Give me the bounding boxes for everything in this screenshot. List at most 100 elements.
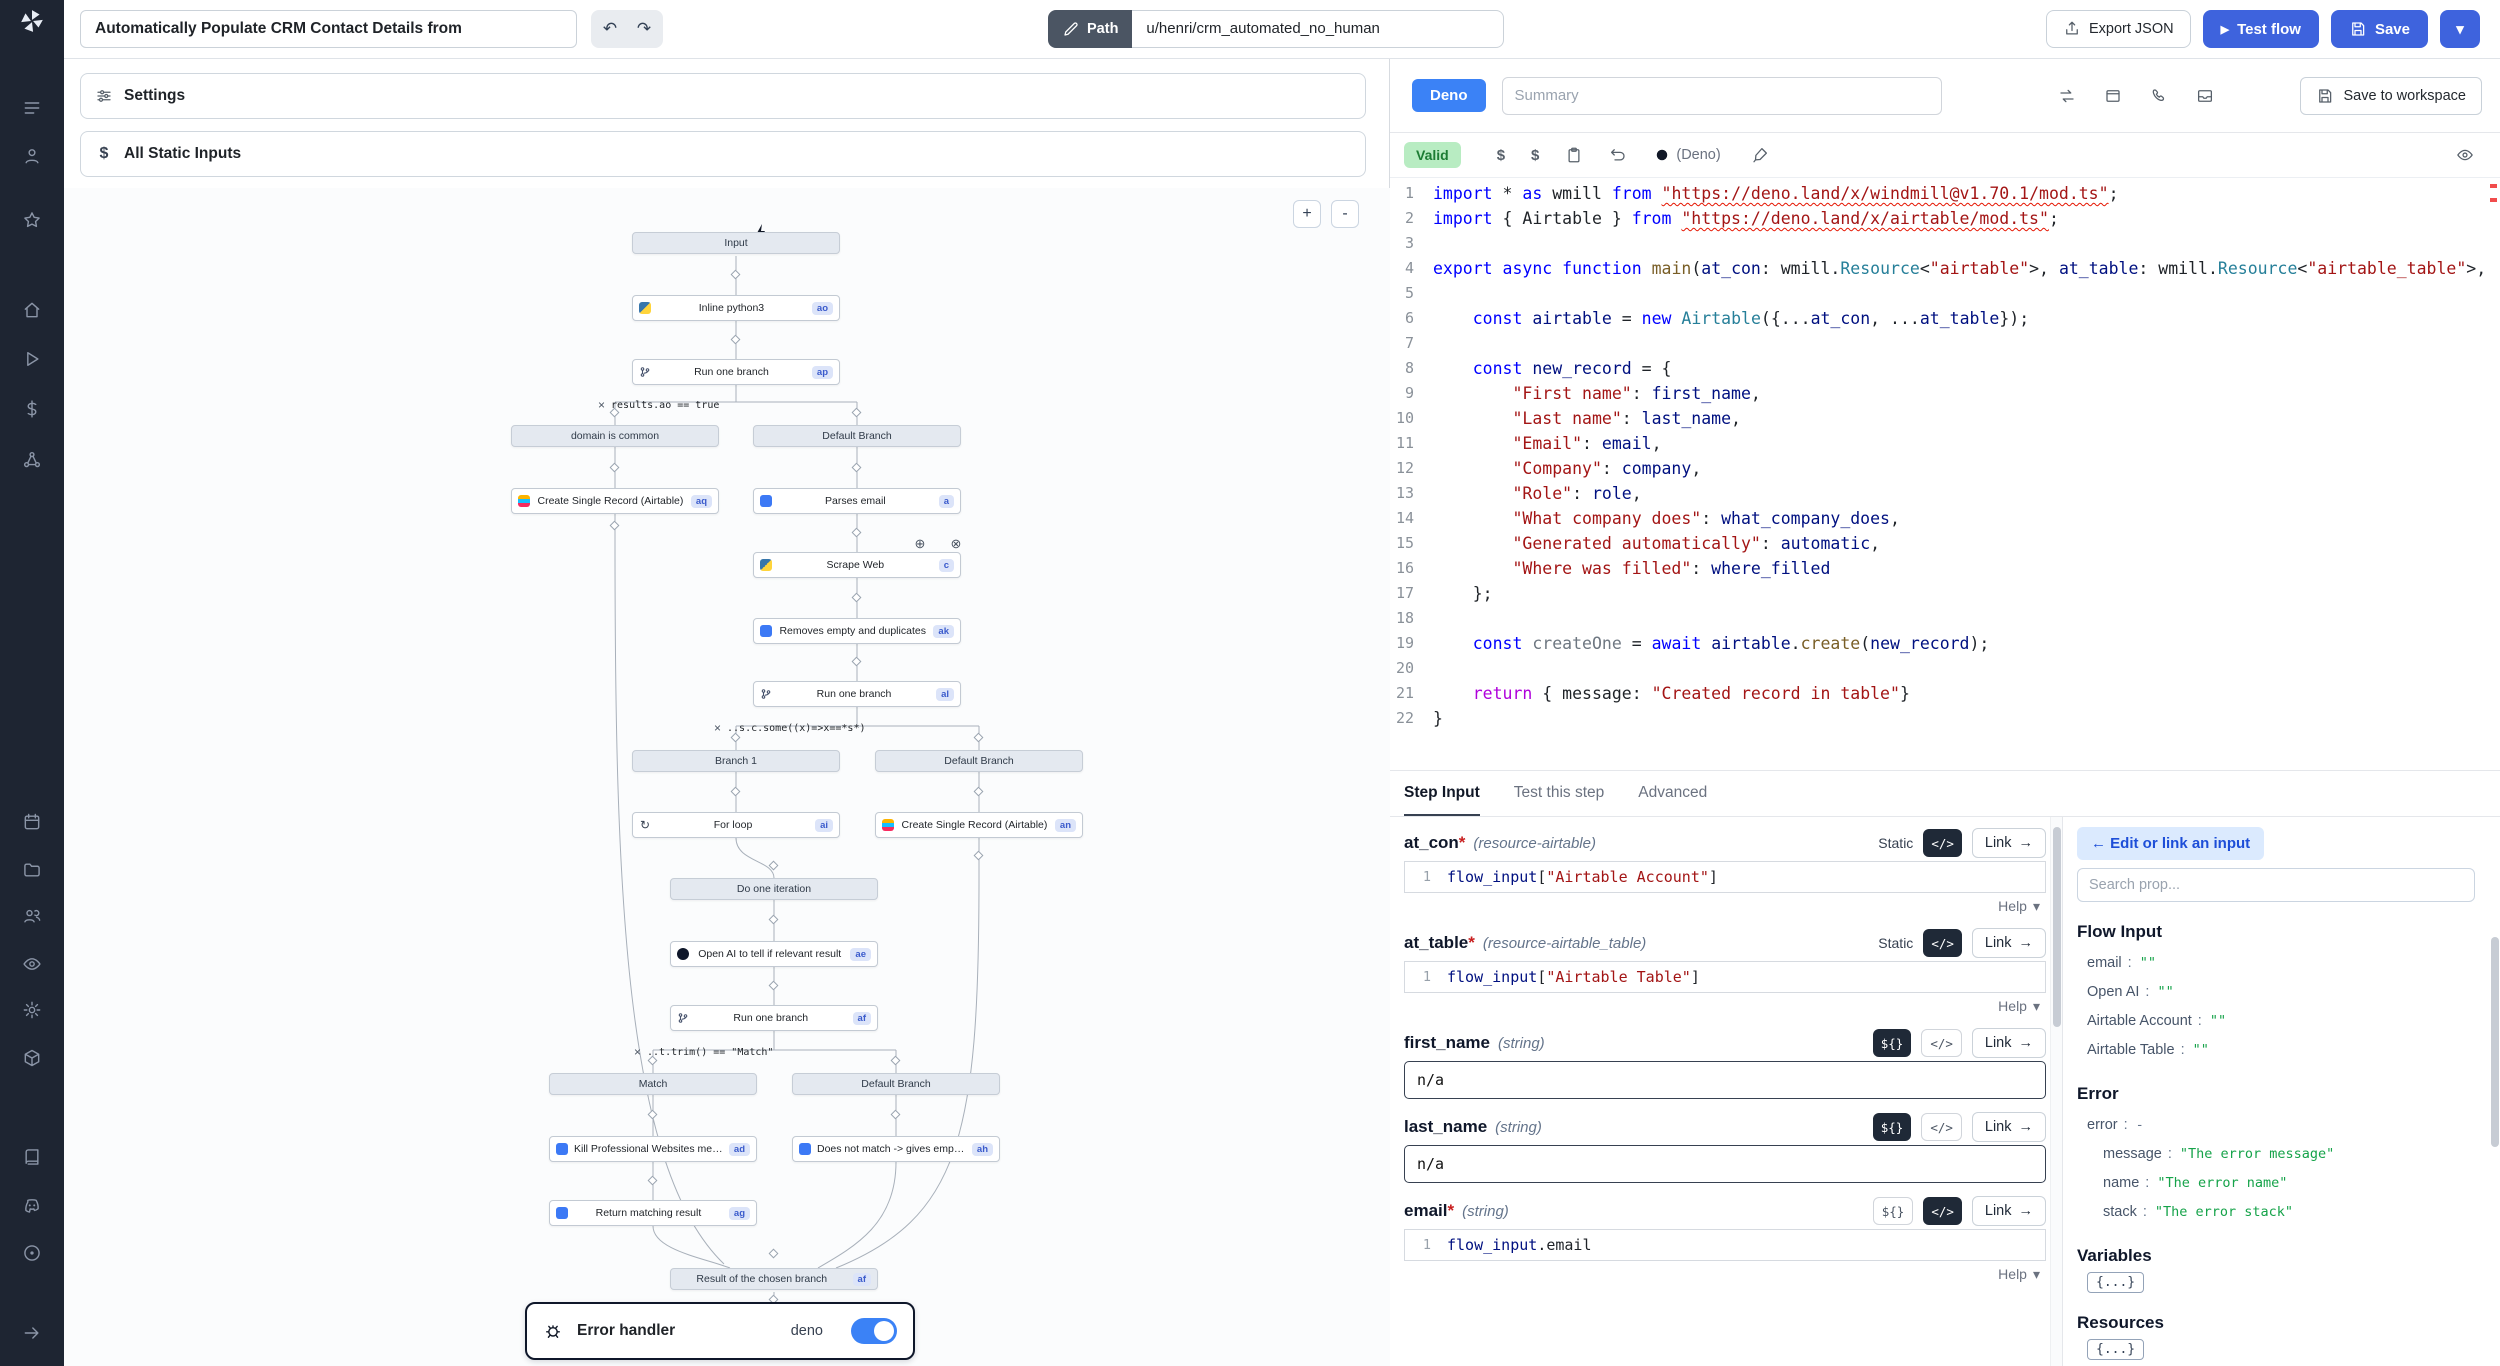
connector-diamond-icon[interactable] <box>731 335 741 345</box>
worker-icon[interactable] <box>14 1040 50 1076</box>
flow-node-inline-python3[interactable]: Inline python3ao <box>632 295 840 321</box>
flow-node-branch-1[interactable]: Branch 1 <box>632 750 840 772</box>
prop-entry[interactable]: name:"The error name" <box>2077 1168 2486 1197</box>
link-input-button[interactable]: Link→ <box>1972 928 2046 958</box>
dollar-icon[interactable] <box>14 391 50 427</box>
connector-diamond-icon[interactable] <box>648 1110 658 1120</box>
star-icon[interactable] <box>14 202 50 238</box>
add-resource-icon[interactable]: $ <box>1531 147 1539 164</box>
play-icon[interactable] <box>14 341 50 377</box>
code-mode-toggle[interactable]: </> <box>1923 829 1962 857</box>
step-inputs-scrollbar[interactable] <box>2050 817 2062 1366</box>
window-icon[interactable] <box>2104 87 2122 105</box>
field-value-input[interactable] <box>1404 1061 2046 1099</box>
link-input-button[interactable]: Link→ <box>1972 828 2046 858</box>
flow-node-open-ai-to-tell-if-relevant-result[interactable]: Open AI to tell if relevant resultae <box>670 941 878 967</box>
connector-diamond-icon[interactable] <box>769 861 779 871</box>
prop-entry[interactable]: error:- <box>2077 1110 2486 1139</box>
code-mode-toggle[interactable]: </> <box>1923 929 1962 957</box>
gear-icon[interactable] <box>14 992 50 1028</box>
expression-editor[interactable]: 1flow_input["Airtable Table"] <box>1404 961 2046 993</box>
eye-icon[interactable] <box>14 946 50 982</box>
prop-entry[interactable]: email:"" <box>2077 948 2486 977</box>
redo-button[interactable]: ↷ <box>627 12 661 46</box>
swap-icon[interactable] <box>2058 87 2076 105</box>
edit-path-button[interactable]: Path <box>1048 10 1132 48</box>
template-mode-toggle[interactable]: ${} <box>1873 1113 1912 1141</box>
template-mode-toggle[interactable]: ${} <box>1873 1197 1914 1225</box>
path-input[interactable]: u/henri/crm_automated_no_human <box>1132 10 1504 48</box>
connector-diamond-icon[interactable] <box>610 463 620 473</box>
phone-icon[interactable] <box>2150 87 2168 105</box>
flow-node-return-matching-result[interactable]: Return matching resultag <box>549 1200 757 1226</box>
remove-branch-icon[interactable]: × <box>714 721 721 735</box>
prop-entry[interactable]: message:"The error message" <box>2077 1139 2486 1168</box>
export-json-button[interactable]: Export JSON <box>2046 10 2191 48</box>
expression-editor[interactable]: 1flow_input.email <box>1404 1229 2046 1261</box>
add-step-icon[interactable]: ⊕ <box>915 536 926 552</box>
edit-or-link-input-button[interactable]: ← Edit or link an input <box>2077 827 2264 860</box>
code-editor[interactable]: 1import * as wmill from "https://deno.la… <box>1390 178 2500 770</box>
flow-node-input[interactable]: Input <box>632 232 840 254</box>
connector-diamond-icon[interactable] <box>852 463 862 473</box>
home-icon[interactable] <box>14 292 50 328</box>
link-input-button[interactable]: Link→ <box>1972 1196 2046 1226</box>
code-mode-toggle[interactable]: </> <box>1921 1029 1962 1057</box>
eye-icon[interactable] <box>2456 146 2474 164</box>
remove-branch-icon[interactable]: × <box>634 1045 641 1059</box>
flow-node-kill-professional-websites-mentions[interactable]: Kill Professional Websites mentionsad <box>549 1136 757 1162</box>
tab-advanced[interactable]: Advanced <box>1638 771 1707 816</box>
code-mode-toggle[interactable]: </> <box>1923 1197 1962 1225</box>
save-button[interactable]: Save <box>2331 10 2428 48</box>
prop-entry[interactable]: Open AI:"" <box>2077 977 2486 1006</box>
apps-icon[interactable] <box>14 90 50 126</box>
all-static-inputs-bar[interactable]: $ All Static Inputs <box>80 131 1366 177</box>
object-badge[interactable]: {...} <box>2087 1272 2144 1293</box>
flow-title-input[interactable]: Automatically Populate CRM Contact Detai… <box>80 10 577 48</box>
prop-entry[interactable]: Airtable Account:"" <box>2077 1006 2486 1035</box>
drawer-icon[interactable] <box>2196 87 2214 105</box>
prop-entry[interactable]: Airtable Table:"" <box>2077 1035 2486 1064</box>
zoom-in-button[interactable]: + <box>1293 200 1321 228</box>
connector-diamond-icon[interactable] <box>852 657 862 667</box>
help-toggle[interactable]: Help▾ <box>1404 993 2046 1015</box>
connector-diamond-icon[interactable] <box>852 408 862 418</box>
settings-bar[interactable]: Settings <box>80 73 1366 119</box>
flow-node-for-loop[interactable]: ↻For loopai <box>632 812 840 838</box>
prop-entry[interactable]: stack:"The error stack" <box>2077 1197 2486 1226</box>
calendar-icon[interactable] <box>14 804 50 840</box>
search-prop-input[interactable] <box>2077 868 2475 902</box>
users-icon[interactable] <box>14 898 50 934</box>
error-handler-node[interactable]: Error handler deno <box>525 1302 915 1360</box>
clipboard-icon[interactable] <box>1565 146 1583 164</box>
object-badge[interactable]: {...} <box>2087 1339 2144 1360</box>
test-flow-button[interactable]: ▶ Test flow <box>2203 10 2319 48</box>
template-mode-toggle[interactable]: ${} <box>1873 1029 1912 1057</box>
tab-step-input[interactable]: Step Input <box>1404 771 1480 816</box>
connector-diamond-icon[interactable] <box>610 521 620 531</box>
flow-node-run-one-branch[interactable]: Run one branchal <box>753 681 961 707</box>
user-icon[interactable] <box>14 138 50 174</box>
summary-input[interactable] <box>1502 77 1942 115</box>
flow-node-create-single-record-airtable[interactable]: Create Single Record (Airtable)aq <box>511 488 719 514</box>
connector-diamond-icon[interactable] <box>891 1110 901 1120</box>
connector-diamond-icon[interactable] <box>852 593 862 603</box>
flow-node-run-one-branch[interactable]: Run one branchap <box>632 359 840 385</box>
format-brush-icon[interactable] <box>1751 146 1769 164</box>
reset-icon[interactable] <box>1609 146 1627 164</box>
flow-node-result-of-the-chosen-branch[interactable]: Result of the chosen branchaf <box>670 1268 878 1290</box>
link-input-button[interactable]: Link→ <box>1972 1112 2046 1142</box>
flow-node-do-one-iteration[interactable]: Do one iteration <box>670 878 878 900</box>
connector-diamond-icon[interactable] <box>769 915 779 925</box>
hub-icon[interactable] <box>14 442 50 478</box>
flow-node-run-one-branch[interactable]: Run one branchaf <box>670 1005 878 1031</box>
connector-diamond-icon[interactable] <box>769 1249 779 1259</box>
add-variable-icon[interactable]: $ <box>1497 147 1505 164</box>
field-value-input[interactable] <box>1404 1145 2046 1183</box>
flow-node-default-branch[interactable]: Default Branch <box>753 425 961 447</box>
flow-node-removes-empty-and-duplicates[interactable]: Removes empty and duplicatesak <box>753 618 961 644</box>
remove-step-icon[interactable]: ⊗ <box>951 536 962 552</box>
expression-editor[interactable]: 1flow_input["Airtable Account"] <box>1404 861 2046 893</box>
connector-diamond-icon[interactable] <box>648 1176 658 1186</box>
code-assistant-status[interactable]: (Deno) <box>1655 147 1720 163</box>
